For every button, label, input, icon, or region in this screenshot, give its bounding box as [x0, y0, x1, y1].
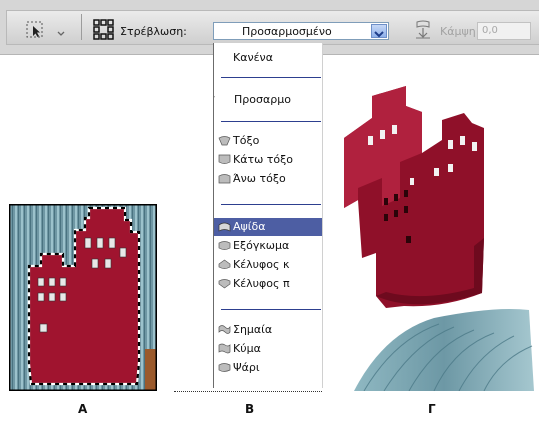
- menu-item-none[interactable]: Κανένα: [214, 49, 322, 67]
- curve-input[interactable]: 0,0: [477, 22, 531, 40]
- menu-item-arch[interactable]: Αψίδα: [214, 218, 322, 236]
- bulge-icon: [218, 241, 231, 250]
- menu-item-arc-lower[interactable]: Κάτω τόξο: [214, 151, 322, 169]
- caption-c: Γ: [428, 402, 436, 416]
- menu-item-label: Κάτω τόξο: [233, 153, 294, 166]
- menu-item-shell-upper[interactable]: Κέλυφος π: [214, 275, 322, 293]
- menu-separator: [221, 121, 321, 122]
- panel-c-warped-image: [324, 78, 534, 392]
- dropdown-arrow-icon[interactable]: [371, 24, 387, 38]
- checkmark-icon: ✔: [214, 93, 216, 107]
- arch-icon: [218, 222, 231, 232]
- tool-preset-chevron-icon[interactable]: [54, 24, 68, 36]
- curve-label: Κάμψη:: [440, 25, 480, 38]
- warp-label: Στρέβλωση:: [120, 25, 187, 38]
- caption-a: A: [78, 402, 88, 416]
- menu-separator: [221, 309, 321, 310]
- fish-icon: [218, 363, 231, 372]
- menu-item-fish[interactable]: Ψάρι: [214, 359, 322, 377]
- dotted-divider: [174, 391, 322, 392]
- menu-item-shell-lower[interactable]: Κέλυφος κ: [214, 256, 322, 274]
- menu-item-label: Εξόγκωμα: [233, 239, 290, 252]
- caption-b: B: [245, 402, 255, 416]
- transform-tool-icon[interactable]: [24, 19, 46, 41]
- menu-item-label: Κέλυφος κ: [233, 258, 290, 271]
- menu-item-label: Αψίδα: [233, 220, 266, 233]
- menu-separator: [221, 204, 321, 205]
- arc-upper-icon: [218, 174, 231, 184]
- menu-item-label: Άνω τόξο: [233, 172, 286, 185]
- menu-item-arc[interactable]: Τόξο: [214, 132, 322, 150]
- warp-style-menu: Κανένα ✔ Προσαρμο Τόξο Κάτω τόξο Άνω τόξ…: [213, 43, 322, 388]
- menu-item-flag[interactable]: Σημαία: [214, 321, 322, 339]
- arc-lower-icon: [218, 154, 231, 164]
- arc-icon: [218, 136, 231, 146]
- menu-item-bulge[interactable]: Εξόγκωμα: [214, 237, 322, 255]
- menu-separator: [221, 77, 321, 78]
- menu-item-label: Σημαία: [233, 323, 273, 336]
- menu-item-label: Τόξο: [233, 134, 260, 147]
- toolbar-divider: [81, 14, 82, 40]
- menu-item-label: Ψάρι: [233, 361, 260, 374]
- menu-item-wave[interactable]: Κύμα: [214, 340, 322, 358]
- shell-lower-icon: [218, 259, 231, 269]
- flag-icon: [218, 325, 231, 334]
- menu-item-label: Προσαρμο: [234, 93, 291, 106]
- shell-upper-icon: [218, 279, 231, 289]
- warp-style-value: Προσαρμοσμένο: [242, 25, 332, 38]
- warp-style-dropdown[interactable]: Προσαρμοσμένο: [213, 22, 389, 40]
- change-warp-orientation-icon[interactable]: [412, 18, 434, 40]
- wave-icon: [218, 343, 231, 354]
- warp-grid-icon[interactable]: [92, 18, 114, 42]
- menu-item-label: Κύμα: [233, 342, 261, 355]
- menu-item-custom[interactable]: ✔ Προσαρμο: [214, 91, 322, 109]
- menu-item-label: Κανένα: [233, 51, 273, 64]
- menu-item-arc-upper[interactable]: Άνω τόξο: [214, 170, 322, 188]
- menu-item-label: Κέλυφος π: [233, 277, 290, 290]
- panel-a-selection-image: [7, 202, 159, 393]
